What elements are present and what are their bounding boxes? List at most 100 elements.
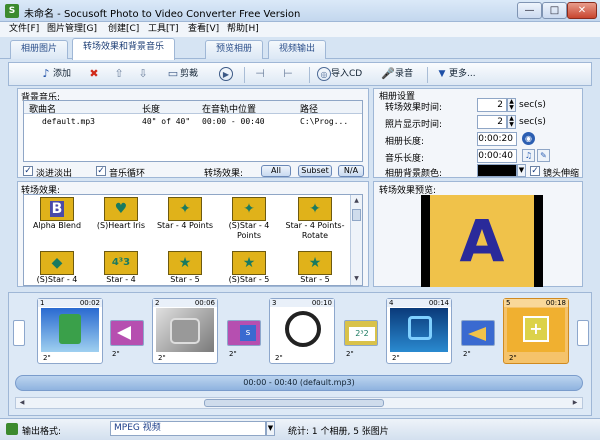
maximize-button[interactable]: □	[542, 2, 567, 19]
zoom-checkbox[interactable]: ✓	[530, 166, 540, 176]
music-row[interactable]: default.mp3 40" of 40" 00:00 - 00:40 C:\…	[24, 115, 362, 128]
delete-button[interactable]: ✖	[87, 66, 101, 83]
crop-button[interactable]: ▭ 剪裁	[166, 66, 198, 83]
photo-slide[interactable]: 3 00:10 2"	[269, 298, 335, 364]
record-button[interactable]: 🎤录音	[381, 66, 413, 83]
effect-all-button[interactable]: All	[261, 165, 291, 177]
minimize-button[interactable]: —	[517, 2, 542, 19]
play-icon: ▶	[219, 66, 233, 81]
scroll-right-icon[interactable]: ▶	[570, 399, 580, 407]
effect-item[interactable]: ★ Star - 5	[282, 251, 348, 285]
add-button[interactable]: ♪ 添加	[39, 66, 71, 83]
tab-transitions-music[interactable]: 转场效果和背景音乐	[72, 38, 176, 60]
music-length-label: 音乐长度:	[385, 154, 425, 164]
menu-image-manage[interactable]: 图片管理[G]	[44, 22, 100, 37]
column-header[interactable]: 歌曲名	[29, 102, 56, 115]
trans-time-spinner[interactable]: ▲ ▼	[507, 98, 516, 112]
scroll-left-icon[interactable]: ◀	[17, 399, 27, 407]
ie-logo-icon	[408, 316, 432, 340]
photo-slide[interactable]: 1 00:02 2"	[37, 298, 103, 364]
album-length-info-icon[interactable]: ◉	[522, 132, 535, 145]
scroll-thumb[interactable]	[352, 209, 361, 221]
toolbar-separator	[427, 67, 428, 83]
effect-subset-button[interactable]: Subset	[298, 165, 332, 177]
music-list-header: 歌曲名 长度 在音轨中位置 路径	[24, 101, 362, 115]
fade-out-button[interactable]: ⊢	[281, 66, 295, 83]
format-dropdown-icon[interactable]: ▼	[266, 421, 275, 436]
effect-label: Star - 4 Points-Rotate	[285, 221, 345, 240]
transition-slot[interactable]: 2³2	[344, 320, 378, 346]
move-down-button[interactable]: ⇩	[136, 66, 150, 83]
column-header[interactable]: 路径	[300, 102, 318, 115]
music-track-bar[interactable]: 00:00 - 00:40 (default.mp3)	[15, 375, 583, 391]
music-list[interactable]: 歌曲名 长度 在音轨中位置 路径 default.mp3 40" of 40" …	[23, 100, 363, 162]
fade-checkbox[interactable]: ✓	[23, 166, 33, 176]
bg-color-swatch[interactable]	[477, 164, 517, 177]
menu-view[interactable]: 查看[V]	[185, 22, 222, 37]
star5-icon: ★	[168, 251, 202, 275]
output-format-select[interactable]: MPEG 视频	[110, 421, 266, 436]
close-button[interactable]: ✕	[567, 2, 597, 19]
play-button[interactable]: ▶	[219, 66, 233, 83]
loop-label: 音乐循环	[109, 169, 146, 179]
menu-help[interactable]: 帮助[H]	[224, 22, 262, 37]
scroll-down-icon[interactable]: ▼	[352, 275, 361, 283]
photo-slide-selected[interactable]: 5 00:18 + 2"	[503, 298, 569, 364]
music-edit-icon[interactable]: ✎	[537, 149, 550, 162]
scroll-up-icon[interactable]: ▲	[352, 197, 361, 205]
effect-item[interactable]: ◆ (S)Star - 4	[26, 251, 88, 285]
effect-item[interactable]: ✦ Star - 4 Points	[154, 197, 216, 231]
photo-slide[interactable]: 2 00:06 2"	[152, 298, 218, 364]
effects-scrollbar[interactable]: ▲ ▼	[350, 195, 362, 285]
tab-video-output[interactable]: 视频输出	[268, 40, 327, 59]
toolbar: ♪ 添加 ✖ ⇧ ⇩ ▭ 剪裁 ▶ ⊣ ⊢ ◎ 导入CD 🎤录音 ▼ 更多...	[8, 62, 592, 86]
import-cd-button[interactable]: ◎ 导入CD	[317, 66, 362, 83]
column-header[interactable]: 在音轨中位置	[202, 102, 256, 115]
output-format-label: 输出格式:	[22, 427, 62, 437]
star4-rotate-icon: ✦	[298, 197, 332, 221]
timeline-scrollbar[interactable]: ◀ ▶	[15, 397, 583, 409]
effect-item[interactable]: ★ Star - 5	[154, 251, 216, 285]
media-icon	[170, 318, 200, 344]
menu-file[interactable]: 文件[F]	[6, 22, 42, 37]
tab-preview[interactable]: 预览相册	[205, 40, 264, 59]
menu-tools[interactable]: 工具[T]	[145, 22, 182, 37]
album-length-value: 0:00:20	[477, 132, 517, 146]
sims-figure-icon	[59, 314, 81, 344]
transition-slot[interactable]	[110, 320, 144, 346]
effect-item[interactable]: 4³3 Star - 4	[90, 251, 152, 285]
transition-slot[interactable]	[577, 320, 589, 346]
menu-create[interactable]: 创建[C]	[105, 22, 142, 37]
tab-bar: 相册图片 转场效果和背景音乐 预览相册 视频输出	[0, 37, 600, 60]
transition-slot[interactable]: s	[227, 320, 261, 346]
fade-in-button[interactable]: ⊣	[253, 66, 267, 83]
effects-list[interactable]: B Alpha Blend ♥ (S)Heart Iris ✦ Star - 4…	[23, 194, 363, 286]
toolbar-separator	[244, 67, 245, 83]
photo-time-spinner[interactable]: ▲ ▼	[507, 115, 516, 129]
toolbar-separator	[309, 67, 310, 83]
effect-label: (S)Star - 4	[36, 275, 78, 284]
effect-item[interactable]: ✦ (S)Star - 4 Points	[218, 197, 280, 241]
star5-s-icon: ★	[232, 251, 266, 275]
transition-slot[interactable]	[13, 320, 25, 346]
move-up-button[interactable]: ⇧	[112, 66, 126, 83]
column-header[interactable]: 长度	[142, 102, 160, 115]
more-button[interactable]: ▼ 更多...	[435, 66, 476, 83]
music-adjust-icon[interactable]: ♫	[522, 149, 535, 162]
tab-photos[interactable]: 相册图片	[10, 40, 69, 59]
bg-color-dropdown[interactable]: ▼	[517, 164, 526, 177]
effect-item[interactable]: ✦ Star - 4 Points-Rotate	[282, 197, 348, 241]
transition-slot[interactable]	[461, 320, 495, 346]
effect-item[interactable]: ♥ (S)Heart Iris	[90, 197, 152, 231]
effect-label: Star - 4	[106, 275, 136, 284]
photo-slide[interactable]: 4 00:14 2"	[386, 298, 452, 364]
effect-item[interactable]: ★ (S)Star - 5	[218, 251, 280, 285]
effect-na-button[interactable]: N/A	[338, 165, 364, 177]
trans-time-input[interactable]: 2	[477, 98, 507, 112]
loop-checkbox[interactable]: ✓	[96, 166, 106, 176]
photo-time-input[interactable]: 2	[477, 115, 507, 129]
menu-bar: 文件[F] 图片管理[G] 创建[C] 工具[T] 查看[V] 帮助[H]	[0, 22, 600, 37]
slide-duration: 2"	[158, 354, 166, 362]
scroll-thumb[interactable]	[204, 399, 384, 407]
effect-item[interactable]: B Alpha Blend	[26, 197, 88, 231]
